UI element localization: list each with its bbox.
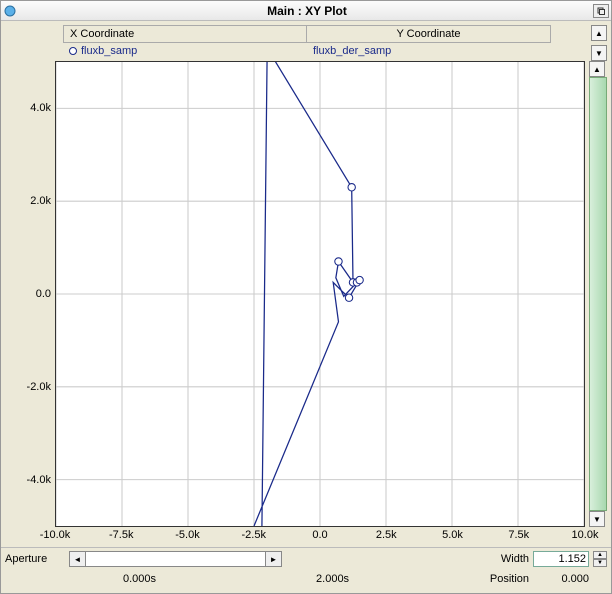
legend-scroll-down-button[interactable]: ▼ [591,45,607,61]
x-tick-label: -2.5k [242,529,266,541]
aperture-scrollbar[interactable]: ◄ ► [69,551,282,567]
y-tick-label: -4.0k [5,474,51,486]
position-label: Position [490,573,529,585]
time-start: 0.000s [123,573,156,585]
legend-row[interactable]: fluxb_samp fluxb_der_samp [63,43,551,59]
y-axis: -4.0k -2.0k 0.0 2.0k 4.0k [5,61,55,527]
legend-header: X Coordinate Y Coordinate [63,25,551,43]
aperture-right-button[interactable]: ► [265,552,281,566]
app-icon [3,4,17,18]
aperture-left-button[interactable]: ◄ [70,552,86,566]
vzoom-down-button[interactable]: ▼ [589,511,605,527]
legend-x-series: fluxb_samp [63,43,307,59]
width-label: Width [501,553,529,565]
position-value: 0.000 [535,573,589,585]
x-tick-label: 0.0 [312,529,327,541]
legend-y-series-label: fluxb_der_samp [313,45,391,57]
width-spinner[interactable]: ▲ ▼ [593,551,607,567]
x-tick-label: -10.0k [40,529,71,541]
legend-y-header: Y Coordinate [307,26,550,42]
x-axis: -10.0k-7.5k-5.0k-2.5k0.02.5k5.0k7.5k10.0… [55,527,585,545]
x-tick-label: -5.0k [175,529,199,541]
content: X Coordinate Y Coordinate fluxb_samp flu… [1,21,611,547]
aperture-track[interactable] [86,552,265,566]
x-tick-label: 10.0k [572,529,599,541]
y-tick-label: 4.0k [5,102,51,114]
x-tick-label: 5.0k [442,529,463,541]
bottom-panel: Aperture ◄ ► Width ▲ ▼ 0.000s 2.000s Pos… [1,547,611,593]
titlebar: Main : XY Plot [1,1,611,21]
restore-button[interactable] [593,4,609,18]
legend-x-series-label: fluxb_samp [81,45,137,57]
width-spin-up[interactable]: ▲ [593,551,607,559]
y-tick-label: 2.0k [5,195,51,207]
x-tick-label: 7.5k [508,529,529,541]
legend-y-series: fluxb_der_samp [307,43,551,59]
window-title: Main : XY Plot [21,4,593,18]
time-end: 2.000s [316,573,349,585]
vzoom-track[interactable] [589,77,607,511]
x-tick-label: -7.5k [109,529,133,541]
legend: X Coordinate Y Coordinate fluxb_samp flu… [5,25,607,61]
plot-area[interactable] [55,61,585,527]
legend-scroll-up-button[interactable]: ▲ [591,25,607,41]
vzoom-up-button[interactable]: ▲ [589,61,605,77]
plot-svg [56,62,584,526]
y-tick-label: 0.0 [5,288,51,300]
series-marker-icon [69,47,77,55]
plot-window: Main : XY Plot X Coordinate Y Coordinate… [0,0,612,594]
width-input[interactable] [533,551,589,567]
width-spin-down[interactable]: ▼ [593,559,607,567]
vertical-zoom-slider[interactable]: ▲ ▼ [589,61,607,527]
plot-row: -4.0k -2.0k 0.0 2.0k 4.0k ▲ ▼ [5,61,607,527]
width-readout: Width ▲ ▼ [501,551,607,567]
y-tick-label: -2.0k [5,381,51,393]
aperture-label: Aperture [5,553,65,565]
legend-scrollbar: ▲ ▼ [591,25,607,61]
legend-x-header: X Coordinate [64,26,307,42]
x-tick-label: 2.5k [376,529,397,541]
